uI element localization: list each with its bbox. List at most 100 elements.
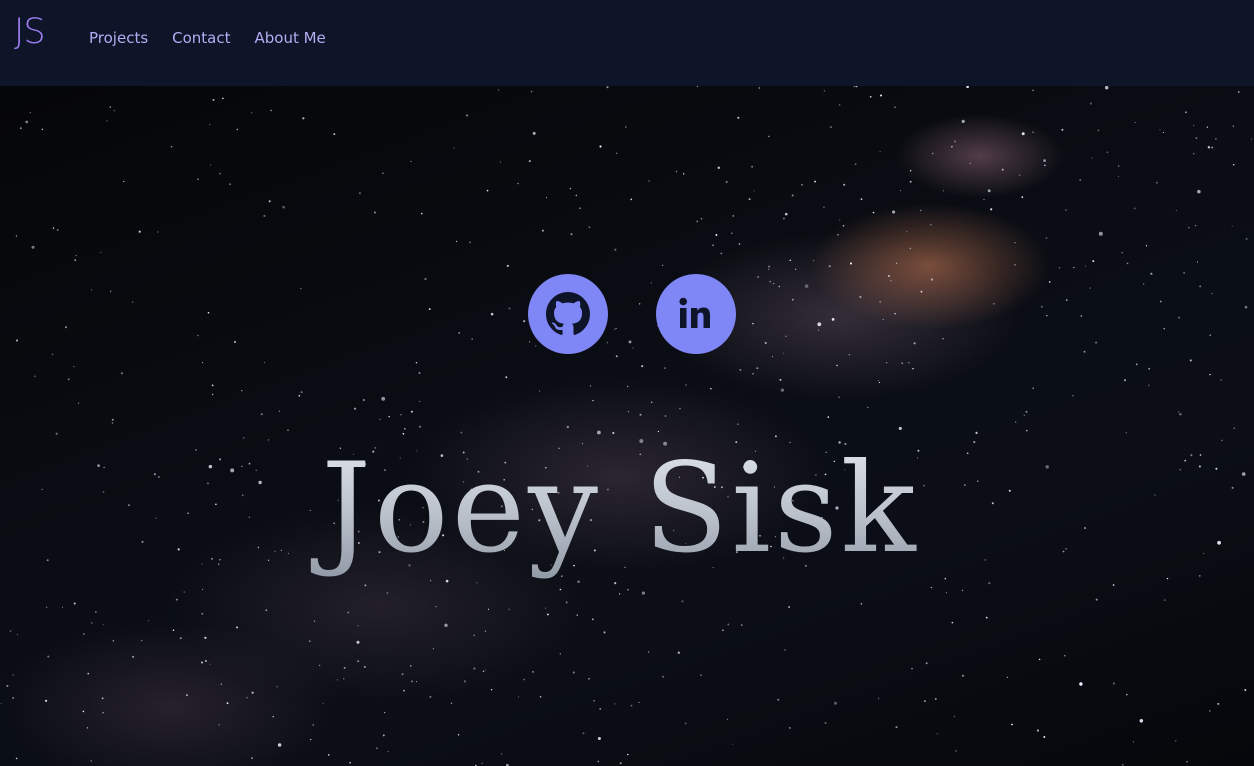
star	[1126, 693, 1128, 696]
logo[interactable]: JS	[14, 10, 46, 54]
star	[251, 757, 253, 759]
star	[490, 312, 494, 316]
star	[1207, 146, 1211, 149]
star	[615, 355, 618, 358]
star	[784, 212, 788, 216]
star	[1032, 387, 1034, 389]
star	[497, 89, 500, 91]
star	[739, 368, 742, 371]
star	[758, 87, 760, 89]
star	[1150, 272, 1153, 275]
star	[1245, 237, 1248, 240]
star	[31, 245, 35, 249]
star	[1032, 131, 1034, 133]
star	[777, 698, 780, 701]
star	[1091, 157, 1093, 159]
star	[83, 633, 85, 635]
star	[582, 732, 585, 735]
star	[812, 259, 815, 262]
star	[599, 708, 602, 710]
star	[469, 241, 471, 244]
star	[953, 715, 956, 718]
star	[1079, 179, 1082, 181]
github-icon	[546, 292, 590, 335]
star	[606, 86, 609, 89]
star	[824, 721, 827, 725]
hero-name: Joey Sisk	[0, 434, 1254, 584]
star	[109, 106, 111, 108]
star	[102, 623, 104, 626]
star	[913, 342, 916, 345]
star	[836, 364, 838, 367]
star	[789, 259, 792, 262]
star	[403, 427, 406, 430]
linkedin-button[interactable]	[656, 274, 736, 354]
star	[900, 190, 902, 192]
star	[588, 677, 590, 680]
nav-link-projects[interactable]: Projects	[89, 28, 148, 48]
star	[726, 718, 729, 721]
star	[539, 390, 541, 392]
star	[202, 588, 204, 591]
nav-link-contact[interactable]: Contact	[172, 28, 230, 48]
star	[911, 667, 913, 670]
star	[756, 367, 759, 370]
star	[1159, 129, 1161, 131]
star	[453, 147, 455, 149]
star	[954, 140, 957, 143]
star	[364, 584, 367, 587]
star	[484, 630, 487, 632]
star	[233, 340, 237, 344]
star	[684, 722, 687, 725]
star	[278, 410, 281, 412]
star	[961, 674, 965, 677]
star	[349, 761, 351, 764]
star	[737, 116, 740, 119]
star	[16, 339, 18, 342]
star	[909, 180, 912, 183]
star	[741, 624, 743, 626]
star	[263, 361, 265, 364]
star	[1174, 740, 1177, 742]
star	[532, 131, 536, 135]
star	[209, 663, 211, 665]
star	[641, 591, 645, 595]
star	[1185, 111, 1187, 114]
star	[823, 90, 825, 92]
star	[1193, 153, 1195, 155]
star	[961, 119, 965, 124]
star	[419, 400, 421, 403]
star	[1061, 128, 1064, 131]
star	[277, 743, 282, 747]
star	[113, 110, 115, 112]
star	[696, 220, 699, 223]
star	[731, 232, 733, 234]
star	[778, 285, 781, 288]
star	[486, 189, 489, 192]
star	[901, 362, 903, 364]
star	[768, 265, 771, 268]
star	[853, 86, 855, 88]
nav-link-about-me[interactable]: About Me	[255, 28, 326, 48]
github-button[interactable]	[528, 274, 608, 354]
star	[1145, 245, 1148, 247]
star	[589, 385, 591, 387]
star	[179, 637, 182, 640]
star	[969, 162, 972, 165]
star	[785, 335, 787, 337]
star	[992, 302, 995, 305]
star	[842, 224, 845, 227]
star	[287, 429, 289, 431]
star	[1232, 164, 1235, 166]
star	[450, 702, 453, 705]
star	[1065, 209, 1067, 211]
star	[839, 104, 841, 106]
star	[444, 623, 448, 627]
star	[473, 634, 475, 637]
star	[951, 621, 954, 624]
star	[148, 620, 150, 622]
star	[1015, 421, 1017, 423]
star	[657, 430, 660, 433]
star	[1209, 373, 1211, 376]
star	[789, 727, 791, 729]
